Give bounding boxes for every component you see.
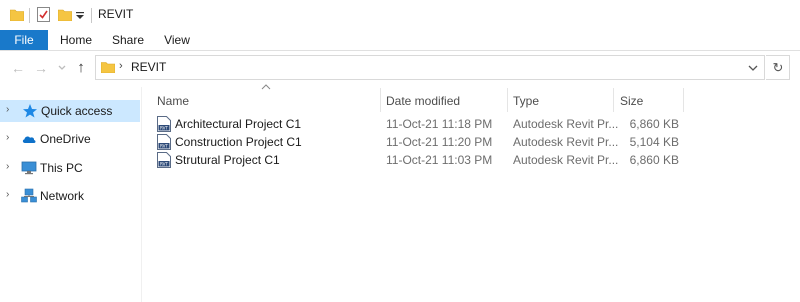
properties-icon[interactable] (37, 7, 50, 22)
nav-item-network[interactable]: › Network (0, 185, 140, 207)
new-folder-icon[interactable] (58, 9, 72, 21)
file-name[interactable]: Strutural Project C1 (175, 153, 280, 167)
column-divider[interactable] (380, 88, 381, 112)
nav-item-label: OneDrive (40, 132, 91, 146)
refresh-icon[interactable]: ↻ (770, 60, 786, 76)
chevron-right-icon[interactable]: › (6, 104, 9, 115)
forward-button[interactable]: → (33, 60, 49, 76)
file-size: 5,104 KB (629, 135, 679, 149)
file-date: 11-Oct-21 11:20 PM (386, 135, 493, 149)
chevron-down-icon[interactable] (748, 64, 758, 72)
column-divider[interactable] (683, 88, 684, 112)
breadcrumb-current[interactable]: REVIT (131, 60, 166, 74)
tab-share[interactable]: Share (103, 30, 153, 50)
chevron-right-icon[interactable]: › (6, 132, 9, 143)
nav-item-label: Quick access (41, 104, 113, 118)
file-size: 6,860 KB (629, 153, 679, 167)
column-divider[interactable] (507, 88, 508, 112)
column-header-name[interactable]: Name (157, 91, 377, 111)
svg-text:RVT: RVT (160, 162, 169, 167)
title-separator (91, 8, 92, 23)
network-icon (21, 188, 37, 203)
recent-locations-icon[interactable] (57, 63, 67, 73)
address-bar[interactable] (95, 55, 765, 80)
file-date: 11-Oct-21 11:03 PM (386, 153, 493, 167)
file-type: Autodesk Revit Pr... (513, 135, 619, 149)
nav-item-label: Network (40, 189, 85, 203)
nav-item-onedrive[interactable]: › OneDrive (0, 128, 140, 150)
breadcrumb-chevron-icon[interactable]: › (119, 60, 123, 72)
revit-file-icon: RVT (157, 152, 171, 168)
folder-icon (101, 62, 115, 73)
sort-ascending-icon (261, 84, 271, 90)
quick-access-separator (29, 8, 30, 23)
file-name[interactable]: Construction Project C1 (175, 135, 302, 149)
column-header-type[interactable]: Type (513, 91, 608, 111)
up-button[interactable]: ↑ (73, 59, 89, 77)
revit-file-icon: RVT (157, 134, 171, 150)
file-type: Autodesk Revit Pr... (513, 153, 619, 167)
file-size: 6,860 KB (629, 117, 679, 131)
chevron-right-icon[interactable]: › (6, 189, 9, 200)
svg-text:RVT: RVT (160, 144, 169, 149)
column-divider[interactable] (613, 88, 614, 112)
file-name[interactable]: Architectural Project C1 (175, 117, 301, 131)
cloud-icon (22, 136, 36, 143)
file-type: Autodesk Revit Pr... (513, 117, 619, 131)
file-row[interactable]: RVT Construction Project C1 11-Oct-21 11… (155, 133, 685, 151)
customize-toolbar-icon[interactable] (76, 12, 84, 20)
revit-file-icon: RVT (157, 116, 171, 132)
file-date: 11-Oct-21 11:18 PM (386, 117, 493, 131)
chevron-right-icon[interactable]: › (6, 161, 9, 172)
nav-item-label: This PC (40, 161, 83, 175)
tab-home[interactable]: Home (52, 30, 100, 50)
tab-view[interactable]: View (155, 30, 199, 50)
column-header-size[interactable]: Size (620, 91, 680, 111)
nav-item-this-pc[interactable]: › This PC (0, 157, 140, 179)
computer-icon (21, 161, 37, 175)
folder-icon[interactable] (10, 9, 24, 21)
svg-text:RVT: RVT (160, 126, 169, 131)
nav-item-quick-access[interactable]: › Quick access (0, 100, 140, 122)
tab-file[interactable]: File (0, 30, 48, 50)
file-row[interactable]: RVT Strutural Project C1 11-Oct-21 11:03… (155, 151, 685, 169)
back-button[interactable]: ← (10, 60, 26, 76)
star-icon (23, 104, 37, 118)
column-header-date-modified[interactable]: Date modified (386, 91, 506, 111)
file-row[interactable]: RVT Architectural Project C1 11-Oct-21 1… (155, 115, 685, 133)
window-title: REVIT (98, 7, 134, 21)
